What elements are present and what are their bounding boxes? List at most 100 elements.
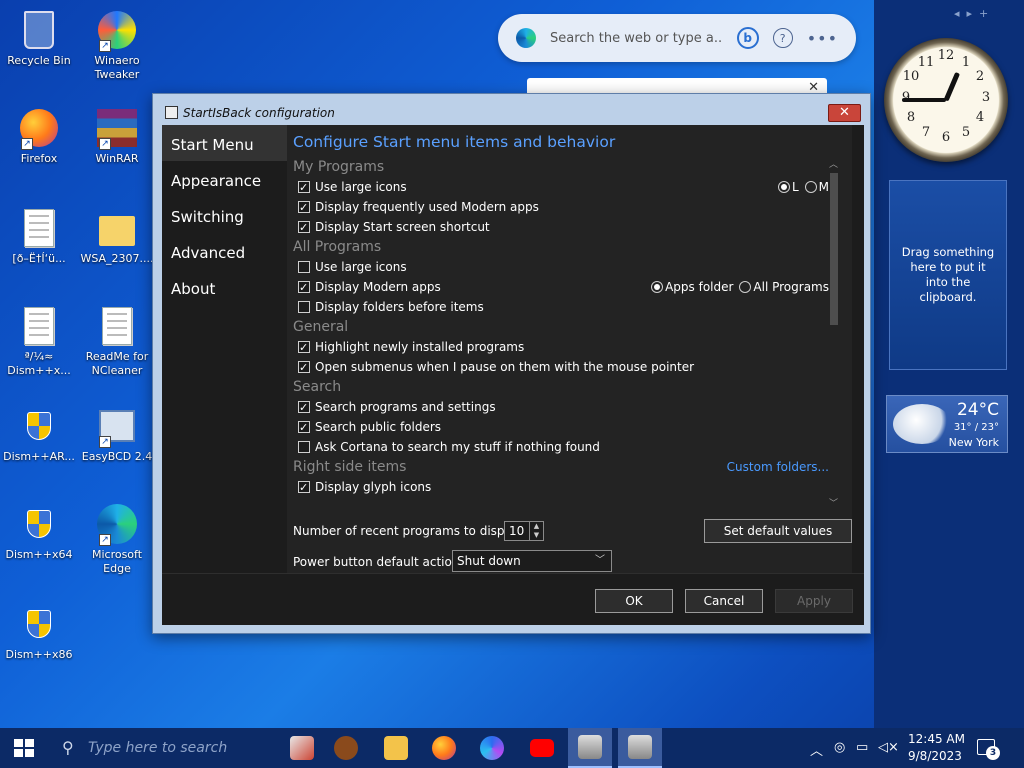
windows-start-icon[interactable] [14, 739, 34, 757]
desktop-icon-firefox[interactable]: ↗ Firefox [0, 108, 78, 166]
option-row[interactable]: Ask Cortana to search my stuff if nothin… [293, 437, 833, 457]
config-window-icon[interactable] [618, 728, 662, 768]
checkbox[interactable] [298, 398, 310, 418]
file-explorer-icon[interactable] [374, 728, 418, 768]
radio-option[interactable]: Apps folder [651, 277, 733, 297]
nav-item-advanced[interactable]: Advanced [162, 233, 287, 269]
option-row[interactable]: Display folders before items [293, 297, 833, 317]
weather-gadget[interactable]: 24°C 31° / 23° New York [886, 395, 1008, 453]
startisback-icon[interactable] [568, 728, 612, 768]
stepper-value[interactable]: 10 [509, 524, 524, 538]
radio-button[interactable] [739, 281, 752, 293]
taskbar-search[interactable]: ⚲ Type here to search [48, 728, 278, 768]
desktop-icon-edge[interactable]: ↗ Microsoft Edge [78, 504, 156, 576]
youtube-icon[interactable] [520, 728, 564, 768]
power-action-select[interactable]: Shut down ﹀ [452, 550, 612, 572]
checkbox[interactable] [298, 198, 310, 218]
desktop-icon-easybcd[interactable]: ↗ EasyBCD 2.4 [78, 406, 156, 464]
volume-muted-icon[interactable]: ◁× [878, 740, 899, 755]
option-row[interactable]: Search public folders [293, 417, 833, 438]
clipboard-gadget[interactable]: Drag something here to put it into the c… [889, 180, 1007, 370]
option-row[interactable]: Search programs and settings [293, 397, 833, 418]
option-row[interactable]: Display Modern apps Apps folder All Progra… [293, 277, 833, 298]
desktop-icon-wsa[interactable]: WSA_2307.... [78, 208, 156, 266]
scroll-thumb[interactable] [830, 173, 838, 325]
option-row[interactable]: Use large icons LM [293, 177, 833, 198]
firefox-icon[interactable] [422, 728, 466, 768]
web-search-input[interactable]: Search the web or type a... [550, 31, 723, 46]
desktop-icon-readme[interactable]: ReadMe for NCleaner [78, 306, 156, 378]
checkbox[interactable] [298, 441, 310, 453]
custom-folders-link[interactable]: Custom folders... [727, 457, 829, 477]
bing-chat-icon[interactable]: b [736, 27, 759, 49]
checkbox[interactable] [298, 278, 310, 298]
copilot-icon[interactable] [470, 728, 514, 768]
webcam-icon[interactable]: ◎ [834, 740, 845, 755]
stepper-arrows-icon[interactable]: ▲ ▼ [529, 522, 543, 540]
option-row[interactable]: Display glyph icons [293, 477, 833, 498]
document-icon [97, 306, 137, 346]
desktop-icon-winaero[interactable]: ↗ Winaero Tweaker [78, 10, 156, 82]
checkbox[interactable] [298, 301, 310, 313]
checkbox[interactable] [298, 261, 310, 273]
help-icon[interactable]: ? [772, 28, 793, 48]
close-button[interactable]: ✕ [828, 104, 861, 122]
scroll-up-icon[interactable]: ︿ [829, 157, 838, 170]
desktop-icon-dism-x86[interactable]: Dism++x86 [0, 604, 78, 662]
clock-display[interactable]: 12:45 AM 9/8/2023 [908, 731, 965, 765]
checkbox[interactable] [298, 338, 310, 358]
scrollbar[interactable]: ︿ ﹀ [828, 157, 840, 509]
radio-button[interactable] [651, 281, 664, 293]
notification-icon[interactable]: 3 [977, 739, 1000, 760]
web-search-bar[interactable]: Search the web or type a... b ? ••• [498, 14, 856, 62]
nav-item-start-menu[interactable]: Start Menu [162, 125, 287, 161]
checkbox[interactable] [298, 218, 310, 238]
recent-programs-stepper[interactable]: 10 ▲ ▼ [504, 521, 544, 541]
desktop-icon-dism-x64[interactable]: Dism++x64 [0, 504, 78, 562]
ok-button[interactable]: OK [595, 589, 673, 613]
option-label: Display frequently used Modern apps [315, 200, 539, 214]
checkbox[interactable] [298, 478, 310, 498]
checkbox[interactable] [298, 418, 310, 438]
option-row[interactable]: Open submenus when I pause on them with … [293, 357, 833, 378]
option-row[interactable]: Highlight newly installed programs [293, 337, 833, 358]
football-game-icon[interactable] [280, 728, 324, 768]
option-row[interactable]: Display Start screen shortcut [293, 217, 833, 238]
section-title: All Programs [293, 239, 382, 255]
taskbar: ⚲ Type here to search ︿ ◎ ▭ ◁× 12:45 AM 9/… [0, 728, 1024, 768]
desktop-icon-recycle-bin[interactable]: Recycle Bin [0, 10, 78, 68]
cancel-button[interactable]: Cancel [685, 589, 763, 613]
section-header: Right side items Custom folders... [293, 457, 833, 477]
nav-item-appearance[interactable]: Appearance [162, 161, 287, 197]
network-icon[interactable]: ▭ [856, 740, 868, 755]
option-row[interactable]: Use large icons [293, 257, 833, 277]
radio-button[interactable] [804, 181, 817, 193]
power-button-label: Power button default action: [293, 555, 464, 569]
radio-button[interactable] [777, 181, 790, 193]
desktop-icon-doc1[interactable]: [ð–Ë†Í‘ü... [0, 208, 78, 266]
radio-option[interactable]: M [804, 177, 829, 197]
checkbox[interactable] [298, 178, 310, 198]
desktop-icon-dism-ar[interactable]: Dism++AR... [0, 406, 78, 464]
nav-item-about[interactable]: About [162, 269, 287, 305]
folder-icon [97, 208, 137, 248]
set-default-button[interactable]: Set default values [704, 519, 852, 543]
checkbox[interactable] [298, 358, 310, 378]
chevron-up-icon[interactable]: ︿ [810, 740, 823, 759]
more-options-icon[interactable]: ••• [807, 29, 838, 48]
desktop-icon-doc2[interactable]: ª/¼≈ Dism++x... [0, 306, 78, 378]
apply-button[interactable]: Apply [775, 589, 853, 613]
nav-item-switching[interactable]: Switching [162, 197, 287, 233]
option-row[interactable]: Display frequently used Modern apps [293, 197, 833, 218]
firefox-icon: ↗ [19, 108, 59, 150]
desktop-icon-label: Firefox [20, 152, 58, 165]
football-icon[interactable] [324, 728, 368, 768]
radio-option[interactable]: L [777, 177, 799, 197]
gadget-controls[interactable]: ◂▸+ [954, 7, 995, 20]
desktop-icon-winrar[interactable]: ↗ WinRAR [78, 108, 156, 166]
option-label: Search public folders [315, 420, 442, 434]
scroll-down-icon[interactable]: ﹀ [829, 496, 838, 509]
time-text: 12:45 AM [908, 732, 965, 746]
radio-label: L [791, 180, 799, 194]
radio-option[interactable]: All Programs [739, 277, 829, 297]
